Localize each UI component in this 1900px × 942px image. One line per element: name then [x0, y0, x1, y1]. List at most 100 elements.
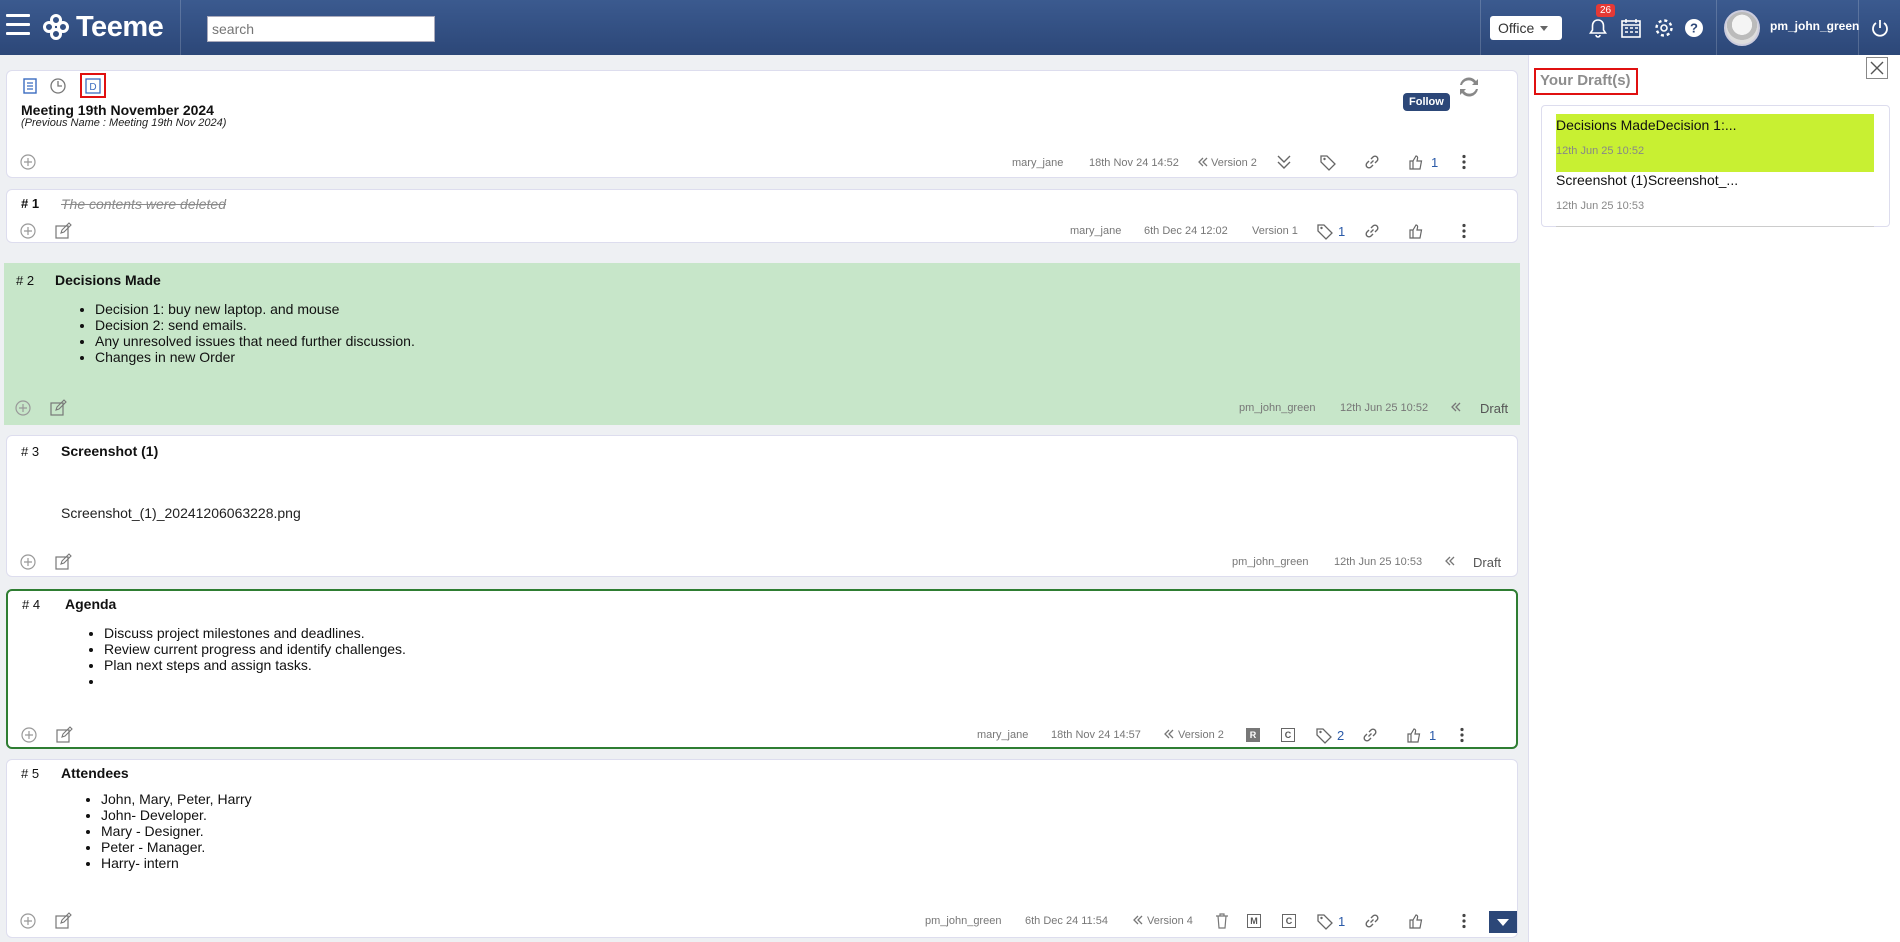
- edit-icon[interactable]: [55, 726, 73, 744]
- like-icon[interactable]: [1407, 153, 1425, 171]
- divider: [1858, 0, 1859, 55]
- bullet-list: Decision 1: buy new laptop. and mouse De…: [95, 301, 415, 365]
- author: pm_john_green: [1239, 402, 1316, 414]
- list-item: Any unresolved issues that need further …: [95, 333, 415, 349]
- bell-icon[interactable]: [1587, 17, 1609, 39]
- workspace-label: Office: [1498, 20, 1535, 36]
- add-icon[interactable]: [19, 222, 37, 240]
- clock-icon[interactable]: [49, 77, 67, 95]
- draft-mode-icon[interactable]: D: [84, 77, 102, 95]
- tag-count: 1: [1338, 224, 1346, 239]
- attachment-filename[interactable]: Screenshot_(1)_20241206063228.png: [61, 505, 301, 521]
- draft-time: 12th Jun 25 10:52: [1556, 145, 1645, 157]
- add-icon[interactable]: [19, 153, 37, 171]
- link-icon[interactable]: [1363, 912, 1381, 930]
- tag-count: 2: [1337, 728, 1345, 743]
- draft-time: 12th Jun 25 10:53: [1556, 200, 1645, 212]
- add-icon[interactable]: [19, 553, 37, 571]
- tag-icon[interactable]: [1316, 222, 1334, 240]
- app-logo[interactable]: Teeme: [42, 10, 164, 44]
- menu-icon[interactable]: [6, 14, 30, 36]
- chevron-double-left-icon[interactable]: [1132, 914, 1144, 926]
- version-link[interactable]: Version 2: [1211, 157, 1257, 169]
- reviewer-badge[interactable]: R: [1246, 728, 1260, 742]
- like-icon[interactable]: [1405, 726, 1423, 744]
- list-item[interactable]: Screenshot (1)Screenshot_... 12th Jun 25…: [1556, 169, 1874, 227]
- divider: [1480, 0, 1481, 55]
- list-item: Harry- intern: [101, 855, 252, 871]
- draft-title: Screenshot (1)Screenshot_...: [1556, 172, 1739, 188]
- previous-name: (Previous Name : Meeting 19th Nov 2024): [21, 117, 227, 129]
- edit-icon[interactable]: [49, 399, 67, 417]
- like-icon[interactable]: [1407, 222, 1425, 240]
- status-badge: Draft: [1473, 555, 1502, 570]
- more-vertical-icon[interactable]: [1453, 726, 1471, 744]
- tag-icon[interactable]: [1316, 912, 1334, 930]
- list-item: Changes in new Order: [95, 349, 415, 365]
- timestamp: 12th Jun 25 10:52: [1340, 402, 1429, 414]
- version-link[interactable]: Version 2: [1178, 729, 1224, 741]
- chevron-double-down-icon[interactable]: [1275, 153, 1293, 171]
- bullet-list[interactable]: Discuss project milestones and deadlines…: [104, 625, 406, 689]
- close-button[interactable]: [1866, 57, 1888, 79]
- chevron-double-left-icon[interactable]: [1450, 401, 1462, 413]
- more-vertical-icon[interactable]: [1455, 222, 1473, 240]
- more-vertical-icon[interactable]: [1455, 153, 1473, 171]
- username[interactable]: pm_john_green: [1770, 19, 1859, 33]
- list-item[interactable]: Decisions MadeDecision 1:... 12th Jun 25…: [1556, 114, 1874, 172]
- list-item: Peter - Manager.: [101, 839, 252, 855]
- section-title: Decisions Made: [55, 272, 161, 288]
- author: mary_jane: [1012, 157, 1064, 169]
- document-main: D Follow Meeting 19th November 2024 (Pre…: [0, 55, 1525, 942]
- list-item: Decision 1: buy new laptop. and mouse: [95, 301, 415, 317]
- link-icon[interactable]: [1361, 726, 1379, 744]
- contributor-badge[interactable]: C: [1282, 914, 1296, 928]
- moderator-badge[interactable]: M: [1247, 914, 1261, 928]
- calendar-icon[interactable]: [1620, 17, 1642, 39]
- follow-button[interactable]: Follow: [1403, 93, 1450, 111]
- section-title: Screenshot (1): [61, 443, 159, 459]
- section-title: Agenda: [65, 596, 117, 612]
- list-item: Plan next steps and assign tasks.: [104, 657, 406, 673]
- gear-icon[interactable]: [1653, 17, 1675, 39]
- chevron-double-left-icon[interactable]: [1197, 156, 1209, 168]
- link-icon[interactable]: [1363, 153, 1381, 171]
- add-icon[interactable]: [19, 912, 37, 930]
- author: mary_jane: [977, 729, 1029, 741]
- like-icon[interactable]: [1407, 912, 1425, 930]
- avatar[interactable]: [1724, 10, 1760, 46]
- help-icon[interactable]: ?: [1683, 17, 1705, 39]
- app-name: Teeme: [76, 10, 164, 43]
- scroll-down-button[interactable]: [1489, 911, 1517, 933]
- page-title: Meeting 19th November 2024: [21, 102, 214, 118]
- chevron-double-left-icon[interactable]: [1163, 728, 1175, 740]
- power-icon[interactable]: [1870, 18, 1890, 38]
- edit-icon[interactable]: [54, 912, 72, 930]
- tag-icon[interactable]: [1319, 153, 1337, 171]
- add-icon[interactable]: [14, 399, 32, 417]
- refresh-icon[interactable]: [1455, 74, 1483, 100]
- chevron-double-left-icon[interactable]: [1444, 555, 1456, 567]
- drafts-panel: Your Draft(s) Decisions MadeDecision 1:.…: [1528, 55, 1900, 942]
- list-item: John- Developer.: [101, 807, 252, 823]
- list-item: Mary - Designer.: [101, 823, 252, 839]
- list-item: [104, 673, 406, 689]
- contributor-badge[interactable]: C: [1281, 728, 1295, 742]
- document-icon[interactable]: [21, 77, 39, 95]
- tag-icon[interactable]: [1315, 726, 1333, 744]
- author: mary_jane: [1070, 225, 1122, 237]
- caret-down-icon: [1497, 919, 1509, 926]
- workspace-select[interactable]: Office: [1490, 16, 1562, 40]
- add-icon[interactable]: [20, 726, 38, 744]
- version-link[interactable]: Version 1: [1252, 225, 1298, 237]
- more-vertical-icon[interactable]: [1455, 912, 1473, 930]
- edit-icon[interactable]: [54, 222, 72, 240]
- trash-icon[interactable]: [1213, 912, 1231, 930]
- edit-icon[interactable]: [54, 553, 72, 571]
- timestamp: 6th Dec 24 11:54: [1025, 915, 1108, 927]
- draft-list: Decisions MadeDecision 1:... 12th Jun 25…: [1541, 105, 1890, 227]
- caret-down-icon: [1540, 25, 1549, 31]
- link-icon[interactable]: [1363, 222, 1381, 240]
- version-link[interactable]: Version 4: [1147, 915, 1193, 927]
- search-input[interactable]: [207, 16, 435, 42]
